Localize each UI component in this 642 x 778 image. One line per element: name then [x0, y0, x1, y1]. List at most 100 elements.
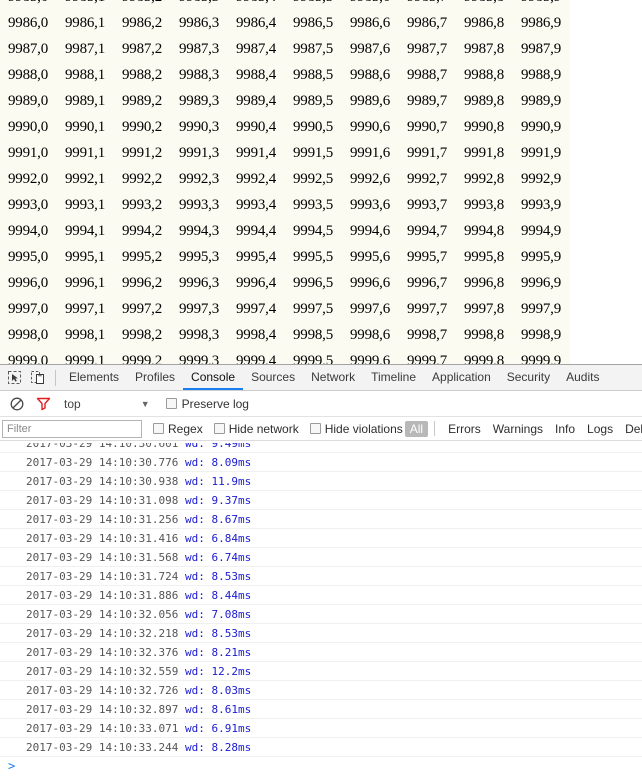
- table-cell: 9988,7: [399, 62, 456, 88]
- log-level-errors[interactable]: Errors: [443, 421, 486, 437]
- log-level-logs[interactable]: Logs: [582, 421, 618, 437]
- table-cell: 9986,0: [0, 10, 57, 36]
- table-cell: 9985,8: [456, 0, 513, 10]
- table-cell: 9994,2: [114, 218, 171, 244]
- table-cell: 9986,7: [399, 10, 456, 36]
- log-timestamp: 2017-03-29 14:10:32.056: [26, 608, 185, 621]
- hide-violations-checkbox[interactable]: [309, 423, 321, 434]
- table-cell: 9991,3: [171, 140, 228, 166]
- table-cell: 9988,8: [456, 62, 513, 88]
- log-timestamp: 2017-03-29 14:10:33.244: [26, 741, 185, 754]
- inspect-element-icon[interactable]: [2, 367, 26, 389]
- filter-input[interactable]: [2, 419, 142, 438]
- console-log-entry: 2017-03-29 14:10:30.938 wd: 11.9ms: [0, 472, 642, 491]
- table-cell: 9994,0: [0, 218, 57, 244]
- table-cell: 9993,2: [114, 192, 171, 218]
- console-context-selector[interactable]: top: [64, 397, 81, 411]
- table-cell: 9994,7: [399, 218, 456, 244]
- table-cell: 9998,9: [513, 322, 570, 348]
- hide-violations-label: Hide violations: [324, 421, 403, 436]
- log-value: 8.61ms: [211, 703, 252, 716]
- devtools-tabstrip: Elements Profiles Console Sources Network Tim…: [0, 365, 642, 391]
- table-cell: 9997,7: [399, 296, 456, 322]
- table-cell: 9999,0: [0, 348, 57, 364]
- console-output[interactable]: 2017-03-29 14:10:30.601 wd: 9.49ms 2017-0…: [0, 443, 642, 778]
- tab-sources[interactable]: Sources: [243, 365, 303, 390]
- tab-network[interactable]: Network: [303, 365, 363, 390]
- log-value: 12.2ms: [211, 665, 252, 678]
- log-tag: wd:: [184, 513, 212, 526]
- log-value: 9.49ms: [211, 443, 252, 450]
- table-row: 9998,0 9998,1 9998,2 9998,3 9998,4 9998,5 9998…: [0, 322, 570, 348]
- filter-toggle-hide-violations[interactable]: Hide violations: [309, 421, 403, 436]
- table-cell: 9993,0: [0, 192, 57, 218]
- log-level-all[interactable]: All: [404, 420, 429, 437]
- table-cell: 9986,8: [456, 10, 513, 36]
- log-timestamp: 2017-03-29 14:10:33.071: [26, 722, 185, 735]
- log-tag: wd:: [184, 703, 212, 716]
- console-log-entry: 2017-03-29 14:10:31.568 wd: 6.74ms: [0, 548, 642, 567]
- filter-toggle-hide-network[interactable]: Hide network: [213, 422, 299, 436]
- table-cell: 9987,9: [513, 36, 570, 62]
- table-cell: 9985,1: [57, 0, 114, 10]
- preserve-log-toggle[interactable]: Preserve log: [165, 397, 249, 411]
- clear-console-icon[interactable]: [4, 393, 30, 415]
- level-divider: [434, 421, 436, 436]
- console-prompt[interactable]: >: [0, 757, 642, 776]
- table-cell: 9990,5: [285, 114, 342, 140]
- chevron-down-icon[interactable]: ▼: [141, 399, 150, 409]
- tab-timeline[interactable]: Timeline: [363, 365, 424, 390]
- log-timestamp: 2017-03-29 14:10:31.724: [26, 570, 185, 583]
- log-tag: wd:: [184, 684, 212, 697]
- tab-profiles[interactable]: Profiles: [127, 365, 183, 390]
- table-cell: 9989,4: [228, 88, 285, 114]
- table-cell: 9995,2: [114, 244, 171, 270]
- log-timestamp: 2017-03-29 14:10:32.376: [26, 646, 185, 659]
- tab-application[interactable]: Application: [424, 365, 499, 390]
- device-toolbar-icon[interactable]: [26, 367, 50, 389]
- hide-network-checkbox[interactable]: [213, 423, 225, 434]
- table-cell: 9991,1: [57, 140, 114, 166]
- table-cell: 9994,8: [456, 218, 513, 244]
- log-timestamp: 2017-03-29 14:10:31.256: [26, 513, 185, 526]
- table-cell: 9997,0: [0, 296, 57, 322]
- toolbar-divider: [55, 369, 56, 386]
- log-tag: wd:: [184, 475, 212, 488]
- table-cell: 9991,0: [0, 140, 57, 166]
- table-row: 9985,09985,19985,29985,39985,49985,59985…: [0, 0, 570, 10]
- log-level-debug[interactable]: Debug: [620, 421, 642, 437]
- table-cell: 9989,3: [171, 88, 228, 114]
- table-cell: 9985,3: [171, 0, 228, 10]
- table-cell: 9991,8: [456, 140, 513, 166]
- log-tag: wd:: [184, 627, 212, 640]
- log-tag: wd:: [184, 443, 212, 450]
- table-cell: 9992,0: [0, 166, 57, 192]
- tab-console[interactable]: Console: [183, 365, 244, 390]
- regex-checkbox[interactable]: [153, 423, 164, 434]
- log-value: 8.09ms: [211, 456, 252, 469]
- log-value: 8.67ms: [211, 513, 252, 526]
- filter-funnel-icon[interactable]: [30, 393, 56, 415]
- log-level-info[interactable]: Info: [550, 421, 580, 437]
- console-log-entry: 2017-03-29 14:10:32.376 wd: 8.21ms: [0, 643, 642, 662]
- table-cell: 9986,6: [342, 10, 399, 36]
- log-value: 9.37ms: [211, 494, 252, 507]
- log-timestamp: 2017-03-29 14:10:31.568: [26, 551, 185, 564]
- table-cell: 9989,0: [0, 88, 57, 114]
- log-timestamp: 2017-03-29 14:10:30.938: [26, 475, 185, 488]
- table-cell: 9992,1: [57, 166, 114, 192]
- table-cell: 9997,5: [285, 296, 342, 322]
- table-cell: 9995,7: [399, 244, 456, 270]
- log-level-warnings[interactable]: Warnings: [488, 421, 548, 437]
- table-cell: 9988,6: [342, 62, 399, 88]
- table-cell: 9992,4: [228, 166, 285, 192]
- log-value: 8.44ms: [211, 589, 252, 602]
- tab-security[interactable]: Security: [499, 365, 558, 390]
- table-cell: 9993,7: [399, 192, 456, 218]
- filter-toggle-regex[interactable]: Regex: [153, 422, 203, 436]
- tab-audits[interactable]: Audits: [558, 365, 607, 390]
- tab-elements[interactable]: Elements: [61, 365, 127, 390]
- preserve-log-checkbox[interactable]: [165, 398, 177, 409]
- log-tag: wd:: [184, 456, 212, 469]
- console-log-entry: 2017-03-29 14:10:31.416 wd: 6.84ms: [0, 529, 642, 548]
